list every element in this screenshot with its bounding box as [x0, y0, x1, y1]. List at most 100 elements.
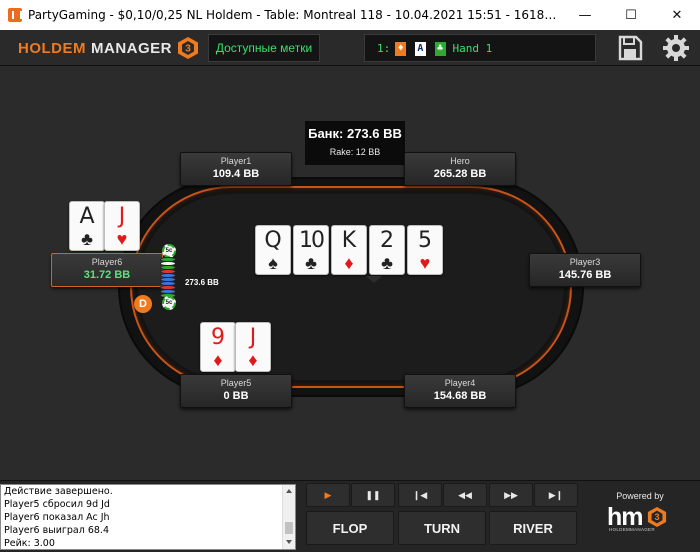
board-card-3: K ♦: [331, 225, 367, 275]
card-suit: ♠: [268, 253, 278, 273]
turn-button[interactable]: TURN: [398, 511, 486, 545]
scroll-thumb[interactable]: [285, 522, 293, 534]
rewind-button[interactable]: ◀◀: [443, 483, 487, 507]
maximize-button[interactable]: ☐: [608, 0, 654, 30]
play-button[interactable]: ▶: [306, 483, 350, 507]
hand-selector[interactable]: 1: ♦ A ♣ Hand 1: [364, 34, 596, 62]
seat-player3[interactable]: Player3 145.76 BB: [529, 253, 641, 287]
bet-chip-stack: 5c 5c: [158, 244, 180, 312]
seat-name: Player1: [220, 156, 252, 166]
hand-index: 1:: [377, 41, 391, 55]
seat-stack: 0 BB: [223, 390, 249, 402]
seat-stack: 31.72 BB: [83, 269, 131, 281]
logo-word-holdem: HOLDEM: [18, 39, 86, 57]
player6-card-2: J ♥: [104, 201, 140, 251]
seat-name: Hero: [450, 156, 470, 166]
hand-cards: ♦ A ♣: [393, 41, 446, 56]
pot-total: Банк: 273.6 BB: [308, 126, 402, 141]
card-rank: 2: [380, 228, 394, 253]
log-line: Player6 выиграл 68.4: [4, 525, 109, 536]
log-line: Player6 показал Ac Jh: [4, 512, 110, 523]
card-rank: Q: [264, 228, 282, 253]
logo-word-manager: MANAGER: [91, 39, 172, 57]
seat-hero[interactable]: Hero 265.28 BB: [404, 152, 516, 186]
available-tags-button[interactable]: Доступные метки: [208, 34, 320, 62]
seat-player4[interactable]: Player4 154.68 BB: [404, 374, 516, 408]
powered-by-label: Powered by: [616, 491, 664, 501]
scroll-down-icon[interactable]: [286, 540, 292, 544]
card-suit: ♥: [419, 253, 431, 273]
chip-label-bottom: 5c: [162, 296, 176, 310]
logo-hex-icon: 3: [178, 37, 198, 59]
seat-name: Player4: [444, 378, 476, 388]
seat-player1[interactable]: Player1 109.4 BB: [180, 152, 292, 186]
pause-button[interactable]: ❚❚: [351, 483, 395, 507]
first-button[interactable]: ❙◀: [398, 483, 442, 507]
bet-amount: 273.6 BB: [185, 278, 219, 287]
player6-card-1: A ♣: [69, 201, 105, 251]
board-card-1: Q ♠: [255, 225, 291, 275]
seat-name: Player3: [569, 257, 601, 267]
board-card-2: 10 ♣: [293, 225, 329, 275]
card-rank: 9: [211, 325, 225, 350]
close-button[interactable]: ✕: [654, 0, 700, 30]
card-suit: ♣: [381, 253, 393, 273]
hm3-logo: hm 3 HOLDEMMANAGER: [607, 503, 671, 537]
log-line: Рейк: 3.00: [4, 538, 55, 549]
scroll-up-icon[interactable]: [286, 489, 292, 493]
save-icon[interactable]: [616, 34, 644, 62]
card-suit: ♦: [344, 253, 354, 273]
app-header: HOLDEM MANAGER 3 Доступные метки 1: ♦ A …: [0, 30, 700, 66]
pot-display: Банк: 273.6 BB Rake: 12 BB: [305, 121, 405, 165]
hand-label: Hand 1: [452, 41, 493, 55]
log-line: Player5 сбросил 9d Jd: [4, 499, 110, 510]
minimize-button[interactable]: —: [562, 0, 608, 30]
card-rank: 5: [418, 228, 432, 253]
action-log[interactable]: Действие завершено. Player5 сбросил 9d J…: [0, 484, 296, 550]
hm-hex-icon: 3: [647, 507, 667, 527]
card-suit: ♥: [116, 229, 128, 249]
seat-stack: 265.28 BB: [433, 168, 487, 180]
log-scrollbar[interactable]: [282, 485, 295, 549]
board-pointer: [366, 276, 382, 283]
gear-icon[interactable]: [662, 34, 690, 62]
hand-card-1: ♦: [395, 41, 407, 56]
forward-button[interactable]: ▶▶: [489, 483, 533, 507]
player5-card-1: 9 ♦: [200, 322, 236, 372]
app-icon: [8, 8, 22, 22]
card-rank: J: [249, 325, 257, 350]
hm-logo-subtitle: HOLDEMMANAGER: [609, 527, 655, 532]
card-suit: ♣: [81, 229, 93, 249]
card-suit: ♣: [305, 253, 317, 273]
holdem-manager-logo: HOLDEM MANAGER 3: [18, 36, 199, 60]
seat-player6[interactable]: Player6 31.72 BB: [51, 253, 163, 287]
card-suit: ♦: [248, 350, 258, 370]
chip-label-top: 5c: [162, 244, 176, 258]
window-title: PartyGaming - $0,10/0,25 NL Holdem - Tab…: [28, 8, 562, 22]
hm-logo-number: 3: [654, 512, 659, 522]
seat-stack: 145.76 BB: [558, 269, 612, 281]
flop-button[interactable]: FLOP: [306, 511, 394, 545]
card-rank: 10: [299, 228, 325, 253]
card-suit: ♦: [213, 350, 223, 370]
hand-card-2: A: [414, 41, 426, 56]
hand-card-3: ♣: [434, 41, 446, 56]
card-rank: A: [79, 204, 95, 229]
app-window: PartyGaming - $0,10/0,25 NL Holdem - Tab…: [0, 0, 700, 552]
pot-rake: Rake: 12 BB: [329, 147, 381, 157]
seat-stack: 109.4 BB: [212, 168, 260, 180]
logo-number: 3: [185, 44, 191, 55]
last-button[interactable]: ▶❙: [534, 483, 578, 507]
seat-stack: 154.68 BB: [433, 390, 487, 402]
seat-name: Player5: [220, 378, 252, 388]
card-rank: K: [341, 228, 357, 253]
dealer-button: D: [134, 295, 152, 313]
river-button[interactable]: RIVER: [489, 511, 577, 545]
seat-player5[interactable]: Player5 0 BB: [180, 374, 292, 408]
board-card-4: 2 ♣: [369, 225, 405, 275]
seat-name: Player6: [91, 257, 123, 267]
title-bar: PartyGaming - $0,10/0,25 NL Holdem - Tab…: [0, 0, 700, 30]
player5-card-2: J ♦: [235, 322, 271, 372]
log-line: Действие завершено.: [4, 486, 113, 497]
card-rank: J: [118, 204, 126, 229]
